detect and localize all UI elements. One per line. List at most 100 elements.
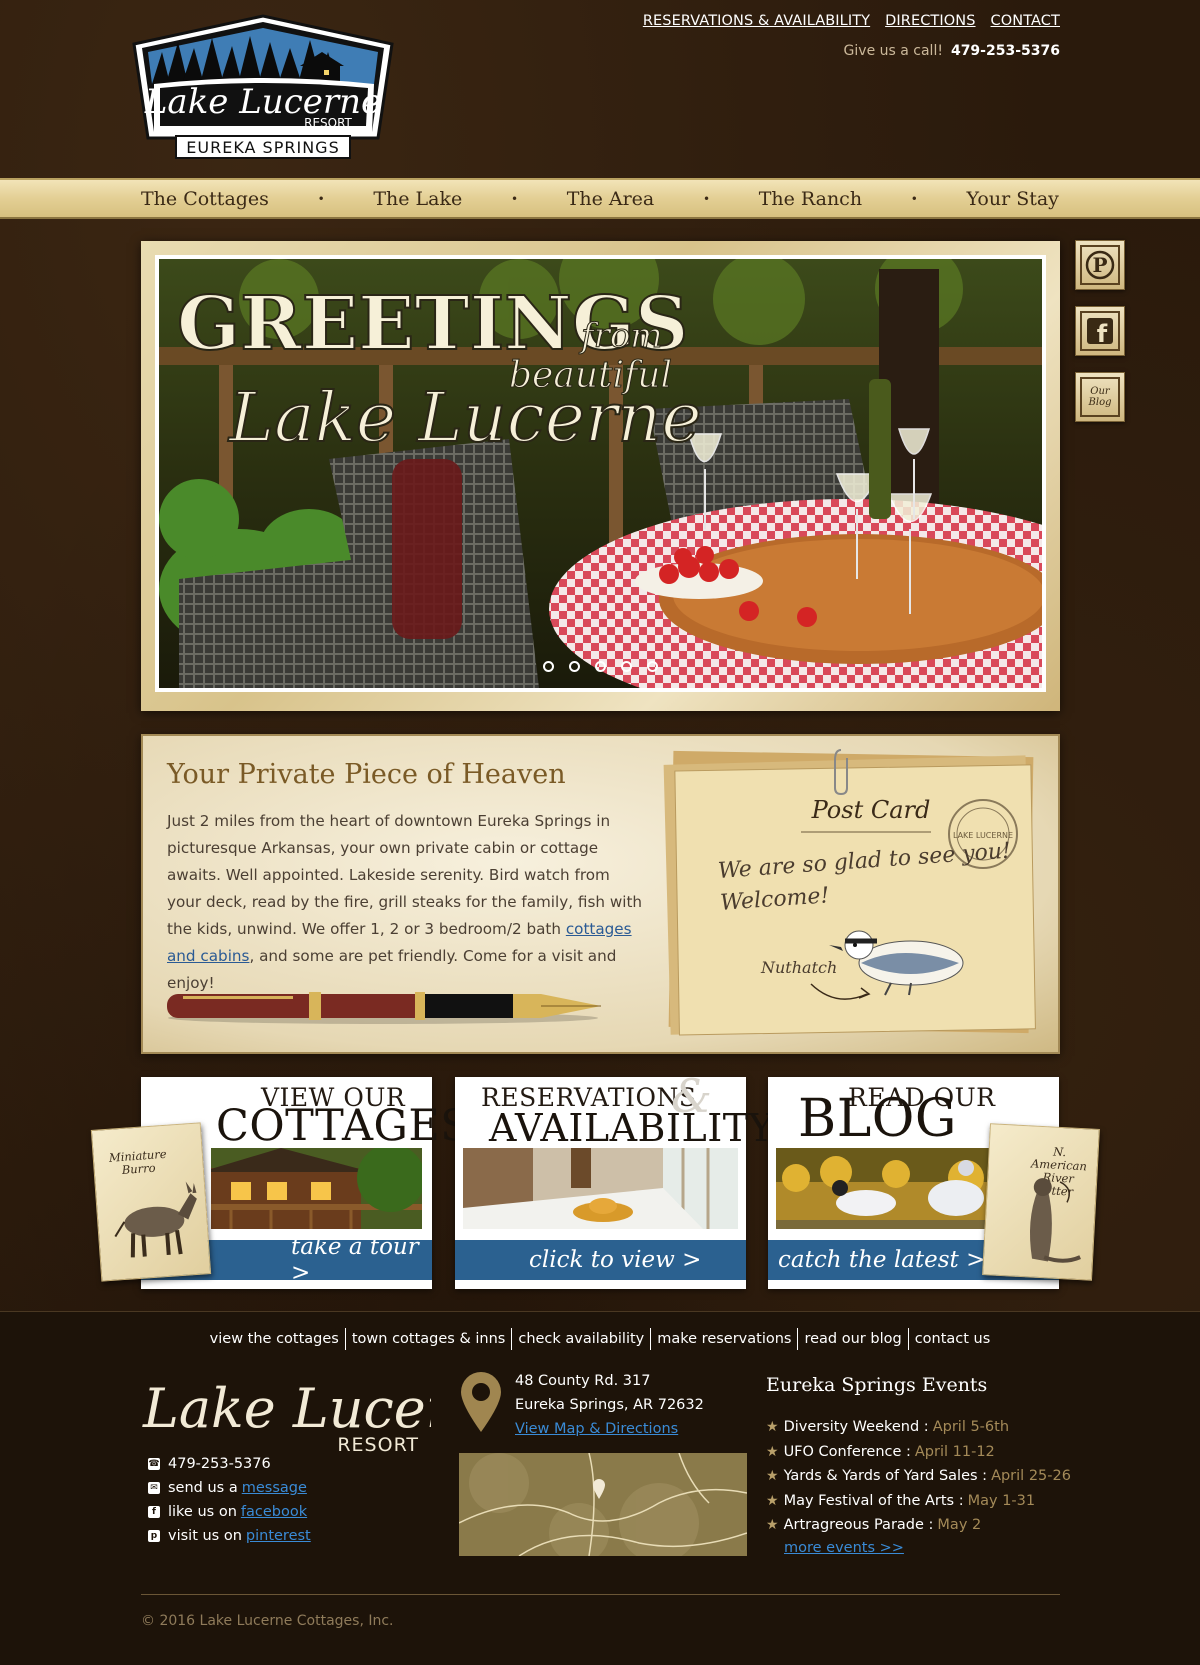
event-item[interactable]: ★ UFO Conference : April 11-12 xyxy=(766,1440,1071,1465)
address-block: 48 County Rd. 317 Eureka Springs, AR 726… xyxy=(515,1369,704,1441)
postcard-bird-label: Nuthatch xyxy=(761,958,838,977)
nav-item-cottages[interactable]: The Cottages xyxy=(141,188,269,210)
contact-message: ✉ send us a message xyxy=(148,1476,311,1500)
slider-dot[interactable] xyxy=(647,661,658,672)
event-item[interactable]: ★ Yards & Yards of Yard Sales : April 25-2… xyxy=(766,1464,1071,1489)
address-line-2: Eureka Springs, AR 72632 xyxy=(515,1397,704,1413)
copyright: © 2016 Lake Lucerne Cottages, Inc. xyxy=(141,1613,394,1629)
nav-item-ranch[interactable]: The Ranch xyxy=(759,188,862,210)
facebook-button[interactable]: f xyxy=(1075,306,1125,356)
event-item[interactable]: ★ May Festival of the Arts : May 1-31 xyxy=(766,1489,1071,1514)
feature-cottages-photo xyxy=(211,1148,422,1229)
contact-pinterest: p visit us on pinterest xyxy=(148,1524,311,1548)
nav-item-lake[interactable]: The Lake xyxy=(373,188,462,210)
blog-button[interactable]: Our Blog xyxy=(1075,372,1125,422)
feature-blog-photo xyxy=(776,1148,989,1229)
more-events-link[interactable]: more events >> xyxy=(784,1540,904,1556)
svg-text:f: f xyxy=(1097,320,1108,346)
hero-lake-lucerne: Lake Lucerne xyxy=(227,379,702,458)
top-links: RESERVATIONS & AVAILABILITY DIRECTIONS C… xyxy=(643,13,1060,29)
slider-dots xyxy=(159,661,1042,672)
slider-dot[interactable] xyxy=(569,661,580,672)
feature-blog-big: BLOG xyxy=(798,1089,957,1149)
map-directions-link[interactable]: View Map & Directions xyxy=(515,1421,678,1437)
slider-dot[interactable] xyxy=(595,661,606,672)
pinterest-icon: P xyxy=(1080,245,1120,285)
burro-illustration xyxy=(114,1181,197,1258)
feature-reservations[interactable]: RESERVATIONS & AVAILABILITY click to vie… xyxy=(455,1073,774,1289)
nav-separator: • xyxy=(317,191,325,206)
main-nav: The Cottages • The Lake • The Area • The… xyxy=(0,178,1200,219)
facebook-small-icon: f xyxy=(148,1506,160,1518)
star-icon: ★ xyxy=(766,1468,779,1485)
postcard-title: Post Card xyxy=(811,796,931,824)
hero-frame: GREETINGS from beautiful Lake Lucerne xyxy=(155,255,1046,692)
nav-separator: • xyxy=(510,191,519,206)
contact-phone[interactable]: ☎ 479-253-5376 xyxy=(148,1452,311,1476)
footer-link-town-cottages[interactable]: town cottages & inns xyxy=(344,1328,511,1350)
nav-separator: • xyxy=(702,191,711,206)
events-list: ★ Diversity Weekend : April 5-6th ★ UFO Con… xyxy=(766,1415,1071,1538)
events-title: Eureka Springs Events xyxy=(766,1374,988,1396)
hero-photo[interactable]: GREETINGS from beautiful Lake Lucerne xyxy=(159,259,1042,688)
intro-panel: Your Private Piece of Heaven Just 2 mile… xyxy=(141,734,1060,1054)
site-footer: view the cottages town cottages & inns c… xyxy=(0,1311,1200,1665)
star-icon: ★ xyxy=(766,1492,779,1509)
site-logo[interactable]: Lake Lucerne RESORT EUREKA SPRINGS xyxy=(122,12,404,164)
message-link[interactable]: message xyxy=(242,1480,307,1496)
contact-facebook: f like us on facebook xyxy=(148,1500,311,1524)
pinterest-link[interactable]: pinterest xyxy=(246,1528,311,1544)
event-item[interactable]: ★ Diversity Weekend : April 5-6th xyxy=(766,1415,1071,1440)
slider-dot[interactable] xyxy=(621,661,632,672)
footer-logo-resort: RESORT xyxy=(337,1434,419,1456)
star-icon: ★ xyxy=(766,1517,779,1534)
hero-from: from xyxy=(578,316,663,356)
pinterest-button[interactable]: P xyxy=(1075,240,1125,290)
feature-reservations-photo xyxy=(463,1148,738,1229)
footer-logo[interactable]: Lake Lucerne RESORT xyxy=(141,1367,431,1457)
footer-link-contact[interactable]: contact us xyxy=(907,1328,997,1350)
star-icon: ★ xyxy=(766,1443,779,1460)
slider-dot[interactable] xyxy=(543,661,554,672)
footer-links: view the cottages town cottages & inns c… xyxy=(0,1328,1200,1350)
note-river-otter: N. American River Otter xyxy=(982,1123,1100,1281)
otter-illustration xyxy=(1029,1178,1081,1263)
footer-divider xyxy=(141,1594,1060,1595)
logo-resort: RESORT xyxy=(304,116,352,130)
site-header: Lake Lucerne RESORT EUREKA SPRINGS RESER… xyxy=(0,0,1200,178)
note-miniature-burro: Miniature Burro xyxy=(90,1122,212,1282)
nav-item-area[interactable]: The Area xyxy=(567,188,655,210)
social-links: P f Our Blog xyxy=(1075,240,1125,438)
map-pin-icon xyxy=(461,1372,501,1432)
phone-line: Give us a call! 479-253-5376 xyxy=(844,43,1060,59)
intro-text: Just 2 miles from the heart of downtown … xyxy=(167,812,643,992)
click-to-view-button[interactable]: click to view > xyxy=(455,1240,746,1280)
note-burro-label: Miniature Burro xyxy=(108,1146,168,1177)
blog-quill-icon: Our Blog xyxy=(1080,377,1120,417)
footer-link-view-cottages[interactable]: view the cottages xyxy=(204,1328,345,1350)
location-map[interactable] xyxy=(459,1453,747,1556)
phone-icon: ☎ xyxy=(148,1458,160,1470)
hero-slider: GREETINGS from beautiful Lake Lucerne xyxy=(141,241,1060,711)
facebook-link[interactable]: facebook xyxy=(241,1504,307,1520)
fountain-pen-image xyxy=(167,992,601,1024)
svg-text:P: P xyxy=(1092,253,1107,277)
phone-label: Give us a call! xyxy=(843,43,943,59)
phone-number[interactable]: 479-253-5376 xyxy=(951,43,1060,59)
pinterest-small-icon: p xyxy=(148,1530,160,1542)
top-link-reservations[interactable]: RESERVATIONS & AVAILABILITY xyxy=(643,13,870,29)
logo-place: EUREKA SPRINGS xyxy=(186,138,339,157)
facebook-icon: f xyxy=(1080,311,1120,351)
footer-link-check-availability[interactable]: check availability xyxy=(511,1328,650,1350)
message-icon: ✉ xyxy=(148,1482,160,1494)
footer-link-read-blog[interactable]: read our blog xyxy=(797,1328,907,1350)
event-item[interactable]: ★ Artragreous Parade : May 2 xyxy=(766,1513,1071,1538)
nav-item-your-stay[interactable]: Your Stay xyxy=(967,188,1059,210)
top-link-directions[interactable]: DIRECTIONS xyxy=(885,13,975,29)
footer-link-make-reservations[interactable]: make reservations xyxy=(650,1328,797,1350)
contact-list: ☎ 479-253-5376 ✉ send us a message f like us… xyxy=(148,1452,311,1548)
feature-cottages-big: COTTAGES xyxy=(216,1101,471,1151)
top-link-contact[interactable]: CONTACT xyxy=(991,13,1060,29)
footer-logo-script: Lake Lucerne xyxy=(142,1377,431,1440)
feature-reservations-big: AVAILABILITY xyxy=(489,1106,775,1150)
